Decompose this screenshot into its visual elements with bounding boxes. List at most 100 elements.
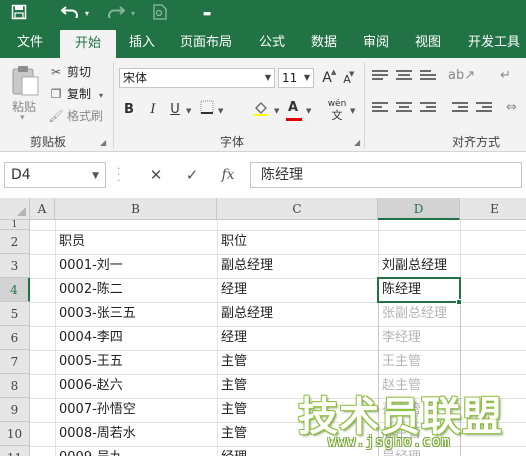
insert-function-button[interactable]: fx	[214, 162, 242, 188]
chevron-down-icon: ▼	[303, 73, 310, 82]
paste-icon[interactable]	[10, 64, 40, 96]
column-header-e[interactable]: E	[460, 198, 526, 220]
tab-home[interactable]: 开始	[60, 30, 116, 58]
tab-page-layout[interactable]: 页面布局	[172, 28, 240, 58]
border-dropdown-icon[interactable]: ▼	[218, 107, 223, 115]
row-header-5[interactable]: 5	[0, 302, 30, 326]
italic-button[interactable]: I	[144, 100, 162, 120]
cell-b5[interactable]: 0003-张三五	[57, 303, 136, 325]
middle-align-icon[interactable]	[396, 70, 412, 84]
border-icon	[200, 100, 214, 114]
column-header-d[interactable]: D	[378, 198, 460, 220]
row-header-2[interactable]: 2	[0, 230, 30, 254]
tab-file[interactable]: 文件	[8, 28, 52, 58]
row-header-10[interactable]: 10	[0, 422, 30, 446]
phonetic-button[interactable]: wén 文	[324, 98, 350, 122]
font-launcher-icon[interactable]: ◢	[354, 138, 360, 147]
cell-c9[interactable]: 主管	[219, 399, 247, 421]
name-box[interactable]: D4 ▼	[4, 162, 106, 188]
font-name-select[interactable]: 宋体 ▼	[119, 68, 275, 88]
cell-c8[interactable]: 主管	[219, 375, 247, 397]
bold-icon: B	[124, 102, 134, 117]
redo-dropdown-icon: ▾	[130, 9, 135, 18]
decrease-indent-icon[interactable]	[452, 102, 468, 116]
cell-c4[interactable]: 经理	[219, 279, 247, 301]
cell-c3[interactable]: 副总经理	[219, 255, 273, 277]
tab-developer[interactable]: 开发工具	[462, 28, 526, 58]
tab-review[interactable]: 审阅	[356, 28, 396, 58]
increase-indent-icon[interactable]	[476, 102, 492, 116]
column-header-b[interactable]: B	[55, 198, 217, 220]
chevron-down-icon[interactable]: ▼	[92, 164, 99, 188]
cell-c2[interactable]: 职位	[219, 231, 247, 253]
undo-icon[interactable]	[58, 4, 82, 24]
wrap-text-icon[interactable]: ↵	[500, 68, 511, 83]
row-header-9[interactable]: 9	[0, 398, 30, 422]
tab-formulas[interactable]: 公式	[252, 28, 292, 58]
undo-dropdown-icon[interactable]: ▾	[82, 4, 92, 24]
cell-b10[interactable]: 0008-周若水	[57, 423, 136, 445]
phonetic-icon: wén	[327, 99, 347, 109]
column-header-c[interactable]: C	[217, 198, 378, 220]
fill-handle[interactable]	[456, 299, 462, 305]
row-header-3[interactable]: 3	[0, 254, 30, 278]
cell-b8[interactable]: 0006-赵六	[57, 375, 123, 397]
underline-button[interactable]: U	[166, 100, 184, 120]
fill-color-button[interactable]	[252, 100, 270, 120]
cell-c5[interactable]: 副总经理	[219, 303, 273, 325]
copy-dropdown-icon[interactable]: ▾	[99, 91, 103, 100]
row-header-7[interactable]: 7	[0, 350, 30, 374]
cell-c6[interactable]: 经理	[219, 327, 247, 349]
row-header-4[interactable]: 4	[0, 278, 30, 302]
confirm-edit-button[interactable]: ✓	[180, 162, 204, 188]
font-color-button[interactable]: A	[284, 98, 302, 118]
paint-bucket-icon	[254, 102, 268, 116]
column-header-a[interactable]: A	[30, 198, 55, 220]
underline-dropdown-icon[interactable]: ▼	[186, 107, 191, 115]
row-header-8[interactable]: 8	[0, 374, 30, 398]
cut-button[interactable]: ✂ 剪切	[48, 62, 91, 82]
bottom-align-icon[interactable]	[420, 70, 436, 84]
fill-color-dropdown-icon[interactable]: ▼	[274, 107, 279, 115]
phonetic-dropdown-icon[interactable]: ▼	[350, 107, 355, 115]
formula-input[interactable]: 陈经理	[250, 162, 522, 188]
active-cell-outline[interactable]	[377, 277, 461, 303]
font-color-dropdown-icon[interactable]: ▼	[306, 107, 311, 115]
cell-b11[interactable]: 0009-吴九	[57, 447, 123, 456]
cell-c7[interactable]: 主管	[219, 351, 247, 373]
cell-b9[interactable]: 0007-孙悟空	[57, 399, 136, 421]
select-all-button[interactable]	[0, 198, 30, 220]
cell-b2[interactable]: 职员	[57, 231, 85, 253]
row-header-1[interactable]: 1	[0, 220, 30, 230]
paste-dropdown-icon[interactable]: ▾	[20, 113, 25, 123]
align-right-icon[interactable]	[420, 102, 436, 116]
cancel-edit-button[interactable]: ✕	[144, 162, 168, 188]
bold-button[interactable]: B	[120, 100, 138, 120]
ribbon-separator	[113, 62, 114, 148]
quick-access-toolbar: ▾ ▾ ▬	[0, 0, 526, 28]
cell-b3[interactable]: 0001-刘一	[57, 255, 123, 277]
cell-b4[interactable]: 0002-陈二	[57, 279, 123, 301]
copy-button[interactable]: ❐ 复制 ▾	[48, 84, 103, 104]
row-header-11[interactable]: 11	[0, 446, 30, 456]
merge-center-icon[interactable]: ⇔	[506, 100, 517, 115]
align-center-icon[interactable]	[396, 102, 412, 116]
cell-c11[interactable]: 经理	[219, 447, 247, 456]
border-button[interactable]	[198, 100, 216, 120]
tab-view[interactable]: 视图	[408, 28, 448, 58]
align-left-icon[interactable]	[372, 102, 388, 116]
cell-b6[interactable]: 0004-李四	[57, 327, 123, 349]
font-size-select[interactable]: 11 ▼	[278, 68, 314, 88]
cell-b7[interactable]: 0005-王五	[57, 351, 123, 373]
cell-d3[interactable]: 刘副总经理	[380, 255, 447, 277]
top-align-icon[interactable]	[372, 70, 388, 84]
formula-bar-resize-handle[interactable]: · · ·	[117, 163, 120, 186]
tab-insert[interactable]: 插入	[122, 28, 162, 58]
clipboard-launcher-icon[interactable]: ◢	[100, 138, 106, 147]
row-header-6[interactable]: 6	[0, 326, 30, 350]
customize-qat-icon[interactable]: ▬	[200, 4, 214, 24]
tab-data[interactable]: 数据	[304, 28, 344, 58]
orientation-icon[interactable]: ab↗	[448, 68, 475, 83]
save-icon[interactable]	[8, 4, 30, 24]
cell-c10[interactable]: 主管	[219, 423, 247, 445]
